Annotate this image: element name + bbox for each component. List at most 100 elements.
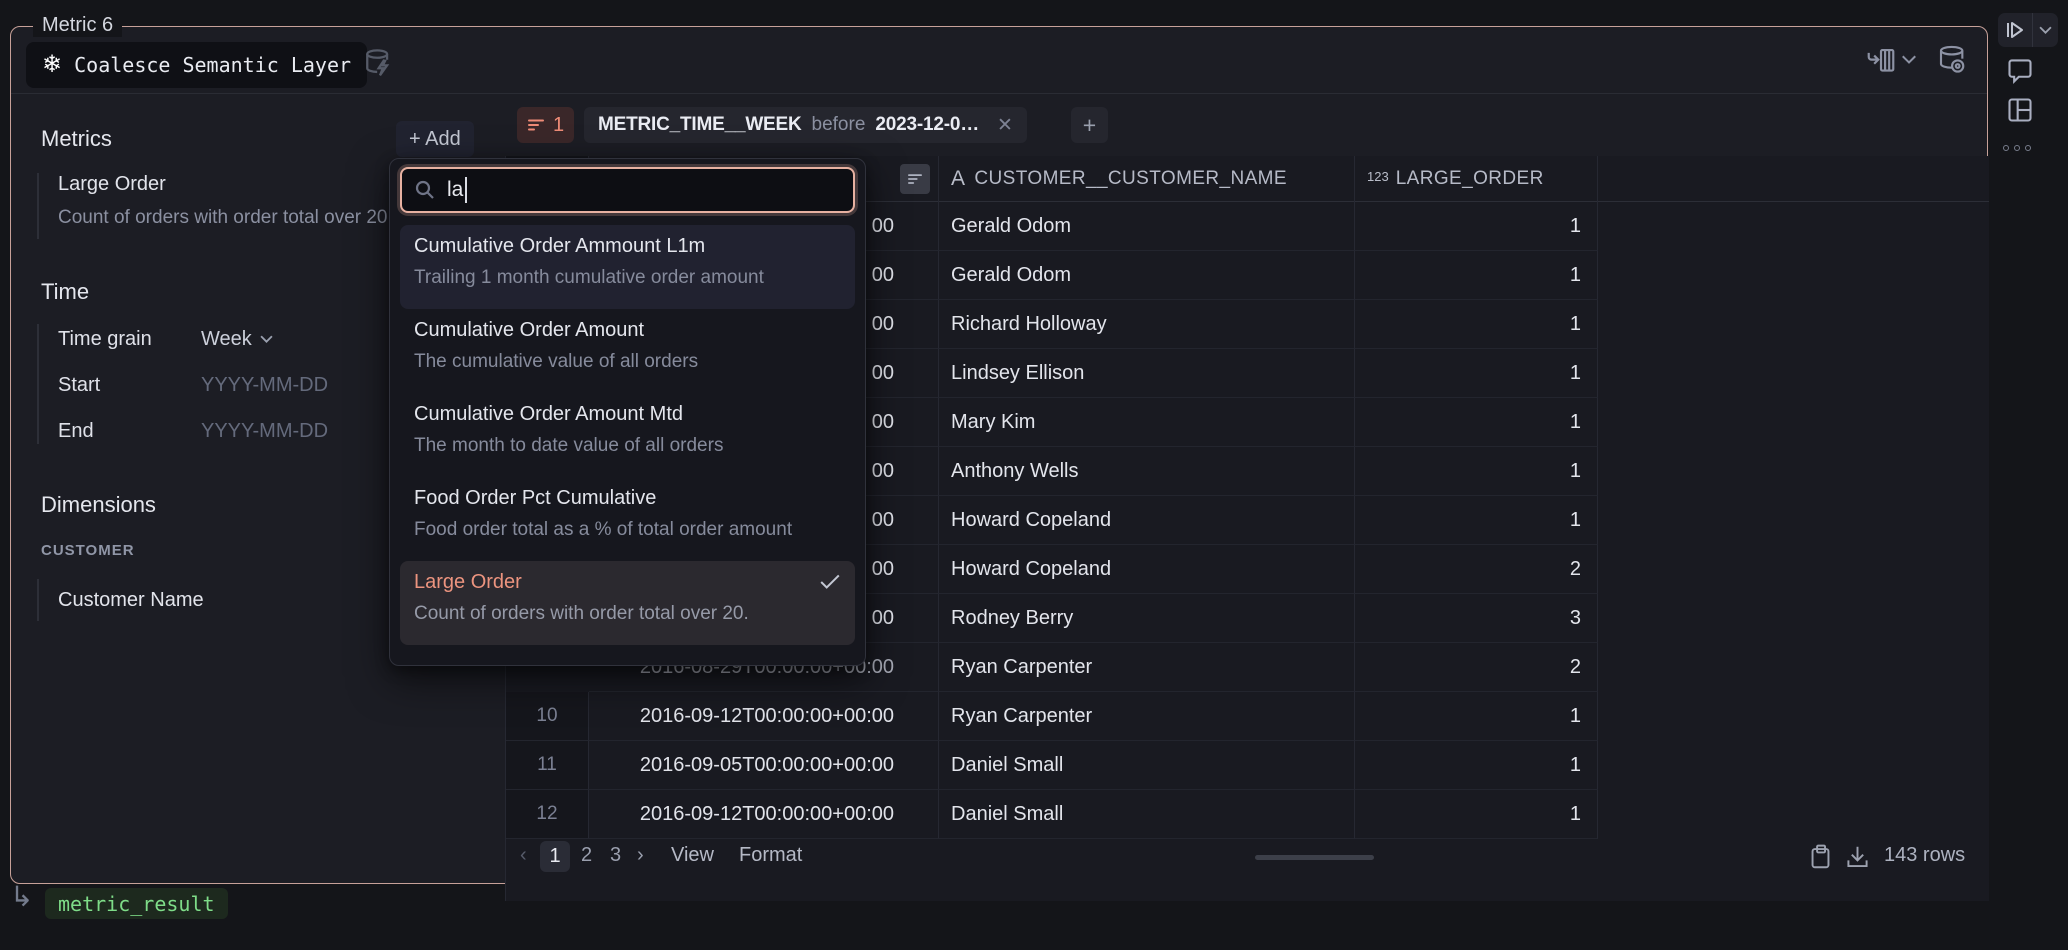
time-heading: Time	[41, 279, 89, 305]
start-date-input[interactable]	[201, 374, 371, 397]
filter-count-badge[interactable]: 1	[517, 107, 574, 143]
dimension-group-label: CUSTOMER	[41, 542, 135, 559]
start-label: Start	[58, 374, 201, 397]
remove-filter-icon[interactable]: ✕	[997, 114, 1013, 137]
time-grain-select[interactable]: Week	[201, 328, 273, 351]
output-variable-chip[interactable]: metric_result	[45, 888, 228, 919]
dropdown-option[interactable]: Food Order Pct Cumulative Food order tot…	[400, 477, 855, 561]
format-button[interactable]: Format	[739, 844, 802, 867]
cell-name: Daniel Small	[939, 790, 1355, 839]
column-label: CUSTOMER__CUSTOMER_NAME	[974, 168, 1287, 190]
row-count-label: 143 rows	[1884, 844, 1965, 867]
search-text: la	[447, 178, 463, 202]
end-date-input[interactable]	[201, 420, 371, 443]
metric-description: Count of orders with order total over 20…	[58, 207, 393, 229]
cell-value: 3	[1355, 594, 1598, 643]
column-filter-button[interactable]	[900, 164, 930, 194]
copy-icon[interactable]	[1808, 843, 1833, 871]
add-metric-button[interactable]: + Add	[396, 121, 474, 157]
metric-list-item[interactable]: Large Order Count of orders with order t…	[37, 173, 393, 239]
option-description: The month to date value of all orders	[414, 435, 841, 457]
separator	[2032, 13, 2033, 47]
source-chip-label: Coalesce Semantic Layer	[74, 53, 351, 77]
empty-column-header	[1598, 156, 1989, 202]
more-options-icon[interactable]	[2003, 145, 2031, 151]
view-button[interactable]: View	[671, 844, 714, 867]
database-preview-icon[interactable]	[1937, 44, 1969, 76]
table-row[interactable]: 112016-09-05T00:00:00+00:00Daniel Small1	[506, 741, 1598, 790]
cell-value: 1	[1355, 692, 1598, 741]
dropdown-option-selected[interactable]: Large Order Count of orders with order t…	[400, 561, 855, 645]
option-title: Cumulative Order Ammount L1m	[414, 235, 841, 258]
metric-search-input[interactable]: la	[400, 167, 855, 213]
filter-count: 1	[553, 114, 564, 137]
large-order-column-header[interactable]: 123 LARGE_ORDER	[1355, 156, 1598, 202]
metric-search-dropdown: la Cumulative Order Ammount L1m Trailing…	[389, 158, 866, 666]
cell-name: Anthony Wells	[939, 447, 1355, 496]
dropdown-option[interactable]: Cumulative Order Amount The cumulative v…	[400, 309, 855, 393]
cell-value: 2	[1355, 643, 1598, 692]
prev-page-button[interactable]: ‹	[520, 844, 527, 867]
insert-table-icon[interactable]	[1866, 46, 1896, 76]
table-footer-bar: ‹ 1 2 3 › View Format 143 row	[506, 835, 1989, 879]
page-button-3[interactable]: 3	[610, 844, 621, 867]
cell-date: 2016-09-12T00:00:00+00:00	[589, 790, 939, 839]
cell-value: 1	[1355, 349, 1598, 398]
filter-chip[interactable]: METRIC_TIME__WEEK before 2023-12-0… ✕	[584, 107, 1027, 143]
return-arrow-icon: ↳	[10, 880, 33, 913]
search-icon	[414, 179, 436, 201]
option-description: Count of orders with order total over 20…	[414, 603, 841, 625]
cell-name: Daniel Small	[939, 741, 1355, 790]
filter-lines-icon	[907, 172, 923, 186]
horizontal-scrollbar[interactable]	[1255, 855, 1374, 860]
string-type-icon: A	[951, 167, 965, 191]
option-title: Large Order	[414, 571, 841, 594]
option-description: The cumulative value of all orders	[414, 351, 841, 373]
add-filter-button[interactable]: +	[1071, 107, 1108, 143]
cell-date: 2016-09-12T00:00:00+00:00	[589, 692, 939, 741]
next-page-button[interactable]: ›	[637, 844, 644, 867]
cell-value: 1	[1355, 251, 1598, 300]
table-row[interactable]: 122016-09-12T00:00:00+00:00Daniel Small1	[506, 790, 1598, 839]
comment-icon[interactable]	[2006, 58, 2034, 85]
text-cursor	[465, 177, 467, 203]
run-cell-button[interactable]	[1998, 13, 2058, 47]
row-number: 12	[506, 790, 589, 839]
filter-value: 2023-12-0…	[875, 114, 979, 136]
cell-value: 1	[1355, 300, 1598, 349]
download-icon[interactable]	[1845, 844, 1870, 870]
number-type-icon: 123	[1367, 169, 1389, 184]
end-label: End	[58, 420, 201, 443]
filter-operator: before	[812, 114, 866, 136]
cell-label: Metric 6	[33, 14, 122, 37]
dropdown-option[interactable]: Cumulative Order Amount Mtd The month to…	[400, 393, 855, 477]
layout-icon[interactable]	[2006, 96, 2034, 124]
cell-name: Mary Kim	[939, 398, 1355, 447]
source-chip: ❄ Coalesce Semantic Layer	[26, 42, 367, 88]
option-title: Food Order Pct Cumulative	[414, 487, 841, 510]
cell-name: Ryan Carpenter	[939, 692, 1355, 741]
snowflake-icon: ❄	[42, 53, 62, 77]
customer-name-column-header[interactable]: A CUSTOMER__CUSTOMER_NAME	[939, 156, 1355, 202]
time-grain-label: Time grain	[58, 328, 201, 351]
cell-value: 1	[1355, 398, 1598, 447]
notebook-cell-canvas: ❄ Coalesce Semantic Layer	[0, 0, 2068, 950]
metric-name: Large Order	[58, 173, 393, 196]
dimension-list-item[interactable]: Customer Name	[37, 579, 204, 621]
table-row[interactable]: 102016-09-12T00:00:00+00:00Ryan Carpente…	[506, 692, 1598, 741]
cell-name: Howard Copeland	[939, 545, 1355, 594]
row-number: 10	[506, 692, 589, 741]
chevron-down-icon[interactable]	[1901, 55, 1917, 65]
dropdown-option[interactable]: Cumulative Order Ammount L1m Trailing 1 …	[400, 225, 855, 309]
cell-name: Richard Holloway	[939, 300, 1355, 349]
database-bolt-icon[interactable]	[363, 47, 397, 81]
output-variable-name: metric_result	[58, 892, 215, 916]
cell-name: Gerald Odom	[939, 202, 1355, 251]
page-button-2[interactable]: 2	[581, 844, 592, 867]
cell-name: Ryan Carpenter	[939, 643, 1355, 692]
row-number: 11	[506, 741, 589, 790]
cell-value: 1	[1355, 496, 1598, 545]
run-options-chevron-icon[interactable]	[2039, 26, 2052, 35]
option-title: Cumulative Order Amount	[414, 319, 841, 342]
page-button-1[interactable]: 1	[540, 841, 570, 872]
